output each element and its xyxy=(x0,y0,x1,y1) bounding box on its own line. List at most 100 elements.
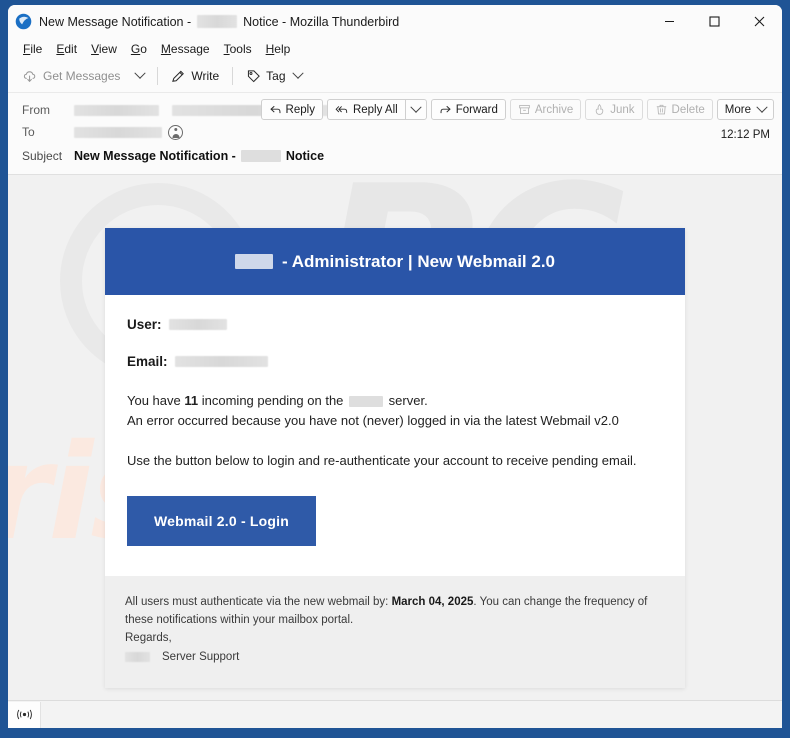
window-controls xyxy=(647,5,782,38)
archive-box-icon xyxy=(519,104,530,115)
footer-regards: Regards, xyxy=(125,632,172,644)
tag-icon xyxy=(248,69,261,82)
contact-person-icon[interactable] xyxy=(168,124,183,140)
chevron-down-icon xyxy=(134,67,147,79)
trash-can-icon xyxy=(656,104,666,115)
close-icon xyxy=(754,16,765,27)
forward-label: Forward xyxy=(455,103,498,116)
message-header: From To Subject New Message Notification… xyxy=(8,93,782,175)
message-timestamp: 12:12 PM xyxy=(720,129,770,141)
window-title: New Message Notification - Notice - Mozi… xyxy=(39,15,399,29)
write-label: Write xyxy=(191,69,220,83)
email-content-card: - Administrator | New Webmail 2.0 User: … xyxy=(105,228,685,688)
message-body-viewport: PC risk.com - Administrator | New Webmai… xyxy=(8,175,782,700)
menu-bar: File Edit View Go Message Tools Help xyxy=(8,38,782,60)
main-toolbar: Get Messages Write Tag xyxy=(8,60,782,93)
title-bar: New Message Notification - Notice - Mozi… xyxy=(8,5,782,38)
subject-redaction xyxy=(240,150,281,162)
line1-before: You have xyxy=(127,393,181,408)
minimize-button[interactable] xyxy=(647,5,692,38)
reply-all-group: Reply All xyxy=(326,99,427,120)
window-title-suffix: Notice - Mozilla Thunderbird xyxy=(243,14,400,29)
get-messages-dropdown[interactable] xyxy=(129,67,151,84)
archive-button[interactable]: Archive xyxy=(509,99,582,120)
email-banner-text: - Administrator | New Webmail 2.0 xyxy=(234,252,555,272)
subject-prefix: New Message Notification - xyxy=(74,149,236,163)
signature-brand-redaction xyxy=(125,652,150,662)
status-bar xyxy=(8,700,782,728)
window-title-redaction xyxy=(197,15,238,28)
banner-brand-redaction xyxy=(234,254,273,269)
from-name-redaction xyxy=(74,104,159,116)
footer-deadline-line: All users must authenticate via the new … xyxy=(125,593,665,629)
pending-count: 11 xyxy=(184,393,199,408)
reply-all-arrow-icon xyxy=(335,106,348,113)
server-name-redaction xyxy=(349,396,384,408)
maximize-button[interactable] xyxy=(692,5,737,38)
reply-all-label: Reply All xyxy=(352,103,398,116)
close-button[interactable] xyxy=(737,5,782,38)
footer-deadline-date: March 04, 2025 xyxy=(391,596,474,608)
footer-signature: Server Support xyxy=(162,651,240,663)
email-footer: All users must authenticate via the new … xyxy=(105,576,685,688)
get-messages-button[interactable]: Get Messages xyxy=(16,65,127,88)
thunderbird-window: New Message Notification - Notice - Mozi… xyxy=(8,5,782,728)
junk-flame-icon xyxy=(595,103,604,115)
menu-view[interactable]: View xyxy=(84,40,124,58)
thunderbird-logo-icon xyxy=(15,13,32,30)
reply-all-dropdown[interactable] xyxy=(404,100,426,119)
menu-message[interactable]: Message xyxy=(154,40,217,58)
webmail-login-button[interactable]: Webmail 2.0 - Login xyxy=(127,496,317,546)
window-title-prefix: New Message Notification - xyxy=(39,14,192,29)
minimize-icon xyxy=(665,20,674,23)
email-field-row: Email: xyxy=(127,354,663,369)
toolbar-divider xyxy=(157,67,159,85)
forward-arrow-icon xyxy=(440,105,451,114)
line1-mid: incoming pending on the xyxy=(201,393,344,408)
menu-go[interactable]: Go xyxy=(124,40,154,58)
email-value-redaction xyxy=(174,356,268,367)
get-messages-label: Get Messages xyxy=(43,69,121,83)
junk-button[interactable]: Junk xyxy=(585,99,643,120)
instruction-line: Use the button below to login and re-aut… xyxy=(127,453,637,468)
from-label: From xyxy=(22,103,50,117)
toolbar-divider-2 xyxy=(232,67,234,85)
reply-label: Reply xyxy=(285,103,315,116)
broadcast-signal-glyph xyxy=(16,709,32,720)
chevron-down-icon xyxy=(410,101,422,113)
delete-button[interactable]: Delete xyxy=(646,99,713,120)
archive-label: Archive xyxy=(534,103,574,116)
menu-tools[interactable]: Tools xyxy=(217,40,259,58)
broadcast-signal-icon[interactable] xyxy=(8,701,41,728)
message-actions: Reply Reply All Forward Archive Junk Del… xyxy=(260,99,774,120)
subject-row: Subject New Message Notification - Notic… xyxy=(8,145,782,167)
more-button[interactable]: More xyxy=(716,99,774,120)
menu-edit[interactable]: Edit xyxy=(49,40,84,58)
line1-after: server. xyxy=(388,393,428,408)
user-label: User: xyxy=(127,317,162,332)
footer-before: All users must authenticate via the new … xyxy=(125,596,389,608)
download-cloud-icon xyxy=(23,70,36,82)
subject-suffix: Notice xyxy=(285,149,325,163)
to-label: To xyxy=(22,125,35,139)
tag-button[interactable]: Tag xyxy=(239,65,308,88)
footer-signature-row: Server Support xyxy=(125,648,665,666)
reply-button[interactable]: Reply xyxy=(260,99,323,120)
junk-label: Junk xyxy=(610,103,635,116)
forward-button[interactable]: Forward xyxy=(430,99,506,120)
tag-label: Tag xyxy=(266,69,286,83)
write-button[interactable]: Write xyxy=(164,65,226,88)
subject-label: Subject xyxy=(22,149,63,163)
menu-help[interactable]: Help xyxy=(259,40,298,58)
reply-arrow-icon xyxy=(269,105,281,114)
chevron-down-icon xyxy=(756,101,768,113)
email-label: Email: xyxy=(127,354,168,369)
menu-file[interactable]: File xyxy=(16,40,49,58)
subject-value: New Message Notification - Notice xyxy=(74,149,324,163)
user-field-row: User: xyxy=(127,317,663,332)
to-row: To xyxy=(8,121,782,143)
to-address-redaction xyxy=(74,126,162,138)
email-main-content: User: Email: You have 11 incoming pendin… xyxy=(105,295,685,576)
user-value-redaction xyxy=(168,319,227,330)
reply-all-button[interactable]: Reply All xyxy=(328,100,405,119)
